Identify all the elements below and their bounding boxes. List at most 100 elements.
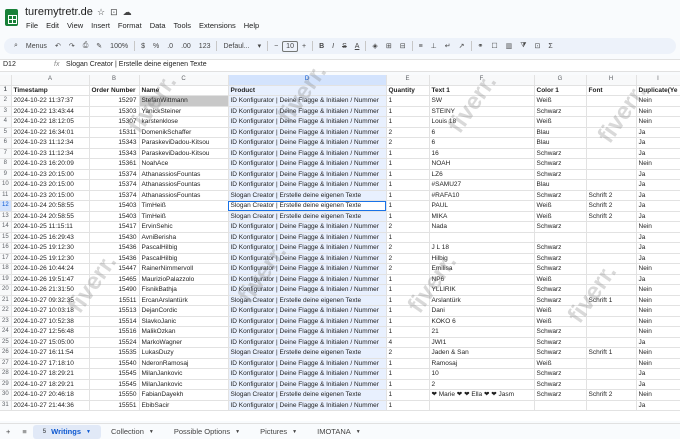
cell-duplicate[interactable]: Nein (636, 284, 680, 296)
menu-edit[interactable]: Edit (46, 21, 59, 30)
cell-color-1[interactable]: Weiß (534, 200, 587, 212)
cell-timestamp[interactable]: 2024-10-26 21:31:50 (11, 284, 90, 296)
column-header-g[interactable]: G (534, 75, 587, 86)
row-header[interactable]: 19 (0, 274, 12, 285)
add-sheet-icon[interactable]: + (0, 427, 16, 436)
cell-font[interactable] (586, 158, 637, 170)
menu-file[interactable]: File (26, 21, 38, 30)
cell-order-number[interactable]: 15535 (89, 347, 140, 359)
cell-order-number[interactable]: 15550 (89, 389, 140, 401)
cell-order-number[interactable]: 15465 (89, 274, 140, 285)
cell-quantity[interactable]: 1 (386, 148, 430, 159)
cell-text-1[interactable]: 10 (429, 368, 535, 380)
all-sheets-icon[interactable]: ≡ (16, 427, 32, 436)
cell-font[interactable] (586, 305, 637, 317)
cell-name[interactable]: EbibSacir (139, 400, 229, 411)
print-icon[interactable]: ⎙ (79, 42, 93, 50)
cell-duplicate[interactable]: Ja (636, 232, 680, 243)
cell-timestamp[interactable]: 2024-10-25 19:12:30 (11, 253, 90, 264)
cell-order-number[interactable]: 15436 (89, 253, 140, 264)
cell-timestamp[interactable]: 2024-10-27 12:56:48 (11, 326, 90, 338)
cell-product[interactable]: ID Konfigurator | Deine Flagge & Initial… (228, 379, 387, 390)
cell-timestamp[interactable]: 2024-10-25 11:15:11 (11, 221, 90, 233)
menu-view[interactable]: View (67, 21, 83, 30)
cell-name[interactable]: LukasDuzy (139, 347, 229, 359)
chevron-down-icon[interactable]: ▼ (292, 425, 297, 439)
cell-text-1[interactable]: Louis 18 (429, 116, 535, 128)
cell-color-1[interactable]: Weiß (534, 211, 587, 222)
cell-font[interactable] (586, 284, 637, 296)
fill-color-icon[interactable]: ◈ (368, 42, 381, 50)
cell-order-number[interactable]: 15545 (89, 368, 140, 380)
cell-product[interactable]: ID Konfigurator | Deine Flagge & Initial… (228, 95, 387, 107)
cell-timestamp[interactable]: 2024-10-24 20:58:55 (11, 200, 90, 212)
paint-format-icon[interactable]: ✎ (92, 42, 106, 50)
cell-order-number[interactable]: 15311 (89, 127, 140, 138)
merge-cells-icon[interactable]: ⊟ (396, 42, 410, 50)
column-header-b[interactable]: B (89, 75, 140, 86)
cell-quantity[interactable]: 4 (386, 337, 430, 348)
insert-chart-icon[interactable]: ▥ (502, 42, 517, 50)
cell-timestamp[interactable]: 2024-10-23 11:12:34 (11, 137, 90, 149)
cell-text-1[interactable]: YLLIRIK (429, 284, 535, 296)
cell-order-number[interactable]: 15516 (89, 326, 140, 338)
cell-order-number[interactable]: 15343 (89, 137, 140, 149)
cell-product[interactable]: Slogan Creator | Erstelle deine eigenen … (228, 347, 387, 359)
chevron-down-icon[interactable]: ▼ (356, 425, 361, 439)
cell-text-1[interactable]: MIKA (429, 211, 535, 222)
header-cell-quantity[interactable]: Quantity (386, 85, 430, 96)
cell-timestamp[interactable]: 2024-10-26 19:51:47 (11, 274, 90, 285)
cell-text-1[interactable]: STEINY (429, 106, 535, 117)
cell-font[interactable] (586, 148, 637, 159)
cell-duplicate[interactable]: Ja (636, 253, 680, 264)
cell-product[interactable]: ID Konfigurator | Deine Flagge & Initial… (228, 158, 387, 170)
cell-timestamp[interactable]: 2024-10-27 16:11:54 (11, 347, 90, 359)
menu-data[interactable]: Data (150, 21, 166, 30)
row-header[interactable]: 21 (0, 295, 12, 306)
cell-order-number[interactable]: 15403 (89, 200, 140, 212)
cell-quantity[interactable]: 2 (386, 253, 430, 264)
cell-quantity[interactable]: 1 (386, 95, 430, 107)
move-folder-icon[interactable]: ⊡ (110, 7, 118, 18)
cell-duplicate[interactable]: Ja (636, 337, 680, 348)
cell-order-number[interactable]: 15374 (89, 190, 140, 201)
cell-text-1[interactable]: J L 18 (429, 242, 535, 254)
row-header[interactable]: 16 (0, 242, 12, 254)
cell-text-1[interactable]: Nada (429, 221, 535, 233)
menu-help[interactable]: Help (244, 21, 259, 30)
cell-timestamp[interactable]: 2024-10-22 13:43:44 (11, 106, 90, 117)
row-header[interactable]: 18 (0, 263, 12, 275)
cell-name[interactable]: MarkoWagner (139, 337, 229, 348)
borders-icon[interactable]: ⊞ (382, 42, 396, 50)
row-header[interactable]: 28 (0, 368, 12, 380)
cell-product[interactable]: ID Konfigurator | Deine Flagge & Initial… (228, 127, 387, 138)
row-header[interactable]: 27 (0, 358, 12, 369)
insert-comment-icon[interactable]: ☐ (487, 42, 501, 50)
menus-button[interactable]: Menus (22, 43, 51, 50)
cell-font[interactable]: Schrift 2 (586, 190, 637, 201)
cell-quantity[interactable]: 1 (386, 305, 430, 317)
cell-quantity[interactable]: 2 (386, 347, 430, 359)
cell-quantity[interactable]: 1 (386, 190, 430, 201)
cell-quantity[interactable]: 1 (386, 368, 430, 380)
cell-font[interactable] (586, 253, 637, 264)
cell-duplicate[interactable]: Ja (636, 127, 680, 138)
cell-product[interactable]: ID Konfigurator | Deine Flagge & Initial… (228, 116, 387, 128)
cell-name[interactable]: AthanassiosFountas (139, 179, 229, 191)
cell-text-1[interactable]: 16 (429, 148, 535, 159)
cell-color-1[interactable]: Weiß (534, 116, 587, 128)
text-rotation-icon[interactable]: ↗ (455, 42, 469, 50)
cell-name[interactable]: FisnikBathja (139, 284, 229, 296)
cell-color-1[interactable]: Schwarz (534, 368, 587, 380)
column-header-f[interactable]: F (429, 75, 535, 86)
cell-color-1[interactable]: Schwarz (534, 106, 587, 117)
row-header[interactable]: 12 (0, 200, 12, 212)
cell-text-1[interactable]: NP6 (429, 274, 535, 285)
cell-name[interactable]: NoahAce (139, 158, 229, 170)
cell-quantity[interactable]: 1 (386, 316, 430, 327)
cell-text-1[interactable]: NOAH (429, 158, 535, 170)
cell-timestamp[interactable]: 2024-10-23 11:12:34 (11, 148, 90, 159)
cell-timestamp[interactable]: 2024-10-23 20:15:00 (11, 169, 90, 180)
cell-product[interactable]: ID Konfigurator | Deine Flagge & Initial… (228, 337, 387, 348)
cell-duplicate[interactable]: Nein (636, 358, 680, 369)
